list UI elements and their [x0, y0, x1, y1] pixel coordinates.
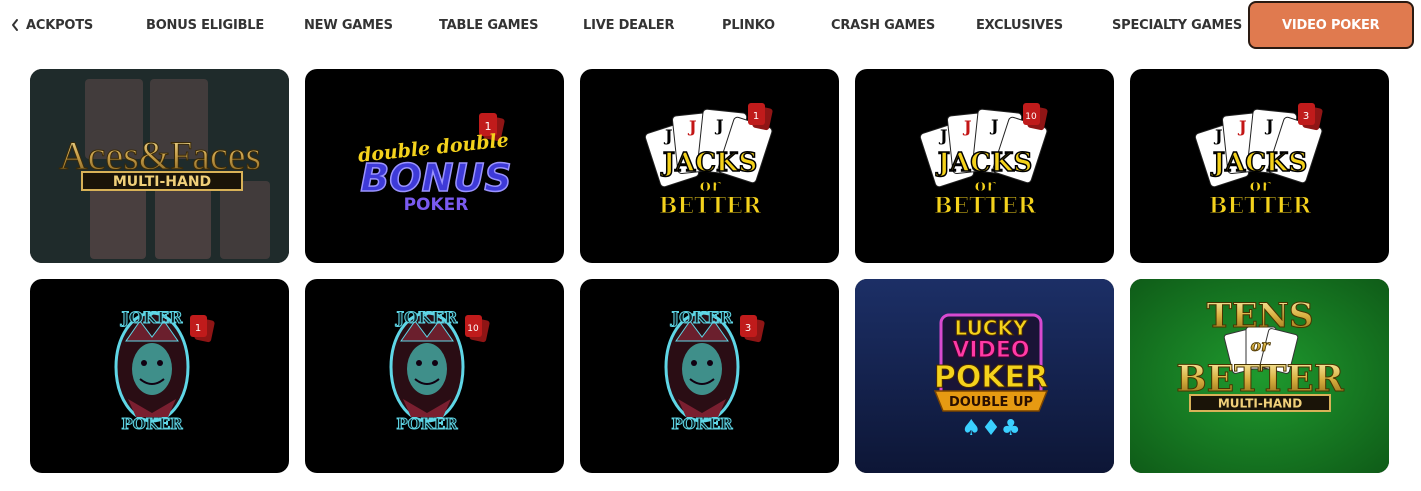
nav-item-table-games[interactable]: TABLE GAMES: [439, 17, 538, 35]
logo-text: or: [1250, 336, 1271, 355]
svg-text:J: J: [687, 117, 697, 136]
logo-text: POKER: [934, 360, 1048, 395]
game-art: 1 double double BONUS POKER: [357, 113, 512, 215]
nav-item-new-games[interactable]: NEW GAMES: [304, 17, 393, 35]
logo-text: BETTER: [1176, 358, 1345, 400]
hand-count-badge: 1: [190, 315, 215, 343]
subtitle-text: MULTI-HAND: [1218, 397, 1302, 411]
logo-text: JOKER: [670, 308, 734, 327]
nav-item-plinko[interactable]: PLINKO: [722, 17, 775, 35]
hand-count-badge: 10: [465, 315, 490, 343]
game-tile-jacks-or-better-1[interactable]: J J J 1 JACKS or BETTER: [580, 69, 839, 263]
svg-text:3: 3: [745, 323, 751, 334]
logo-text: JACKS: [1211, 148, 1308, 178]
svg-text:J: J: [1237, 117, 1247, 136]
game-art: JOKER POKER 10: [389, 308, 490, 434]
svg-text:J: J: [1213, 126, 1223, 145]
logo-text: TENS: [1207, 296, 1314, 336]
logo-text: POKER: [671, 415, 733, 433]
svg-text:J: J: [938, 126, 948, 145]
game-art: Aces&Faces MULTI-HAND: [30, 69, 289, 263]
logo-text: JACKS: [936, 148, 1033, 178]
nav-item-jackpots[interactable]: ACKPOTS: [26, 17, 93, 35]
nav-item-crash-games[interactable]: CRASH GAMES: [831, 17, 935, 35]
logo-text: BETTER: [1209, 193, 1312, 219]
nav-item-live-dealer[interactable]: LIVE DEALER: [583, 17, 674, 35]
nav-item-specialty-games[interactable]: SPECIALTY GAMES: [1112, 17, 1242, 35]
category-nav: ACKPOTS BONUS ELIGIBLE NEW GAMES TABLE G…: [0, 0, 1421, 52]
hand-count-badge: 3: [740, 315, 765, 343]
game-tile-jacks-or-better-10[interactable]: J J J 10 JACKS or BETTER: [855, 69, 1114, 263]
logo-text: BONUS: [360, 156, 511, 200]
game-art: J J J 10 JACKS or BETTER: [919, 103, 1048, 220]
logo-text: JOKER: [395, 308, 459, 327]
svg-text:J: J: [714, 116, 724, 135]
game-tile-joker-poker-3[interactable]: JOKER POKER 3: [580, 279, 839, 473]
nav-back-button[interactable]: [4, 13, 26, 37]
game-tile-joker-poker-10[interactable]: JOKER POKER 10: [305, 279, 564, 473]
game-tile-double-double-bonus[interactable]: 1 double double BONUS POKER: [305, 69, 564, 263]
svg-text:1: 1: [195, 323, 201, 334]
game-tile-joker-poker-1[interactable]: JOKER POKER 1: [30, 279, 289, 473]
svg-text:J: J: [663, 126, 673, 145]
nav-item-exclusives[interactable]: EXCLUSIVES: [976, 17, 1063, 35]
logo-text: JACKS: [661, 148, 758, 178]
logo-text: POKER: [396, 415, 458, 433]
subtitle-text: DOUBLE UP: [949, 395, 1033, 410]
logo-text: POKER: [121, 415, 183, 433]
game-tile-tens-or-better[interactable]: TENS or BETTER MULTI-HAND: [1130, 279, 1389, 473]
logo-text: BETTER: [934, 193, 1037, 219]
nav-item-bonus-eligible[interactable]: BONUS ELIGIBLE: [146, 17, 264, 35]
logo-text: LUCKY: [955, 316, 1028, 340]
svg-text:1: 1: [753, 111, 759, 122]
nav-item-video-poker[interactable]: VIDEO POKER: [1248, 1, 1414, 49]
game-art: TENS or BETTER MULTI-HAND: [1130, 279, 1389, 473]
card-suits-icon: ♠♦♣: [961, 416, 1020, 441]
svg-text:10: 10: [1025, 112, 1037, 122]
game-tile-aces-and-faces[interactable]: Aces&Faces MULTI-HAND: [30, 69, 289, 263]
svg-text:J: J: [989, 116, 999, 135]
logo-text: POKER: [404, 195, 469, 215]
game-art: J J J 1 JACKS or BETTER: [644, 103, 773, 220]
svg-text:J: J: [1264, 116, 1274, 135]
game-art: JOKER POKER 3: [664, 308, 765, 434]
svg-text:J: J: [962, 117, 972, 136]
subtitle-text: MULTI-HAND: [113, 174, 211, 190]
game-tile-lucky-video-poker[interactable]: LUCKY VIDEO POKER DOUBLE UP ♠♦♣: [855, 279, 1114, 473]
game-art: LUCKY VIDEO POKER DOUBLE UP ♠♦♣: [855, 279, 1114, 473]
svg-text:10: 10: [467, 324, 479, 334]
game-art: JOKER POKER 1: [114, 308, 215, 434]
chevron-left-icon: [12, 19, 18, 31]
game-tile-jacks-or-better-3[interactable]: J J J 3 JACKS or BETTER: [1130, 69, 1389, 263]
svg-text:3: 3: [1303, 111, 1309, 122]
logo-text: BETTER: [659, 193, 762, 219]
game-art: J J J 3 JACKS or BETTER: [1194, 103, 1323, 220]
logo-text: JOKER: [120, 308, 184, 327]
